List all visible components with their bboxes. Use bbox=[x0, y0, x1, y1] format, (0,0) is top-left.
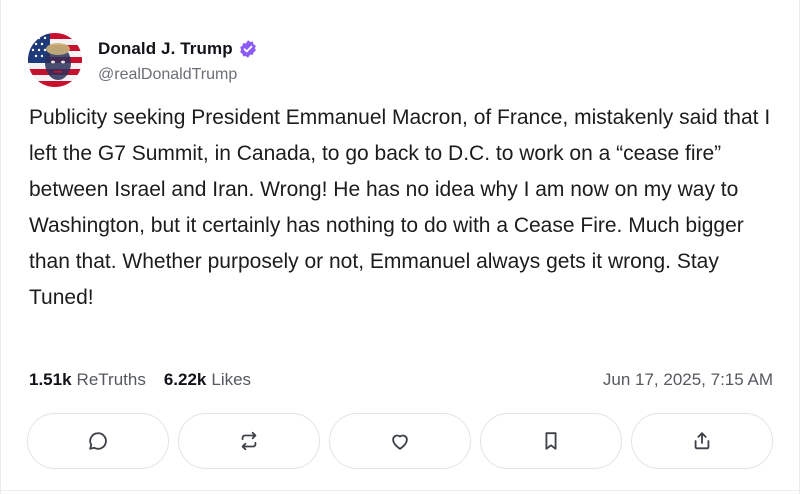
handle[interactable]: @realDonaldTrump bbox=[98, 66, 258, 84]
likes-label: Likes bbox=[211, 370, 252, 389]
retruths-stat[interactable]: 1.51k ReTruths bbox=[29, 370, 146, 390]
author-names: Donald J. Trump @realDonaldTrump bbox=[98, 37, 258, 84]
display-name-row: Donald J. Trump bbox=[98, 37, 258, 61]
likes-stat[interactable]: 6.22k Likes bbox=[164, 370, 251, 390]
divider bbox=[1, 490, 800, 491]
retruth-icon bbox=[241, 431, 257, 451]
avatar-image bbox=[28, 33, 82, 87]
timestamp[interactable]: Jun 17, 2025, 7:15 AM bbox=[603, 370, 773, 390]
like-button[interactable] bbox=[329, 413, 471, 469]
retruth-button[interactable] bbox=[178, 413, 320, 469]
retruths-label: ReTruths bbox=[76, 370, 146, 389]
reply-icon bbox=[89, 432, 107, 450]
like-icon bbox=[392, 434, 408, 450]
action-bar bbox=[27, 413, 773, 469]
display-name[interactable]: Donald J. Trump bbox=[98, 39, 233, 59]
bookmark-button[interactable] bbox=[480, 413, 622, 469]
verified-badge-icon bbox=[238, 39, 258, 59]
reply-button[interactable] bbox=[27, 413, 169, 469]
share-button[interactable] bbox=[631, 413, 773, 469]
avatar[interactable] bbox=[28, 33, 82, 87]
share-icon bbox=[694, 432, 710, 450]
post-text: Publicity seeking President Emmanuel Mac… bbox=[29, 106, 771, 309]
post-stats: 1.51k ReTruths 6.22k Likes Jun 17, 2025,… bbox=[29, 368, 773, 392]
bookmark-icon bbox=[545, 432, 557, 450]
post-header: Donald J. Trump @realDonaldTrump bbox=[28, 32, 258, 88]
post-card: Donald J. Trump @realDonaldTrump Publici… bbox=[0, 0, 800, 494]
likes-count: 6.22k bbox=[163, 370, 207, 389]
retruths-count: 1.51k bbox=[29, 370, 72, 389]
